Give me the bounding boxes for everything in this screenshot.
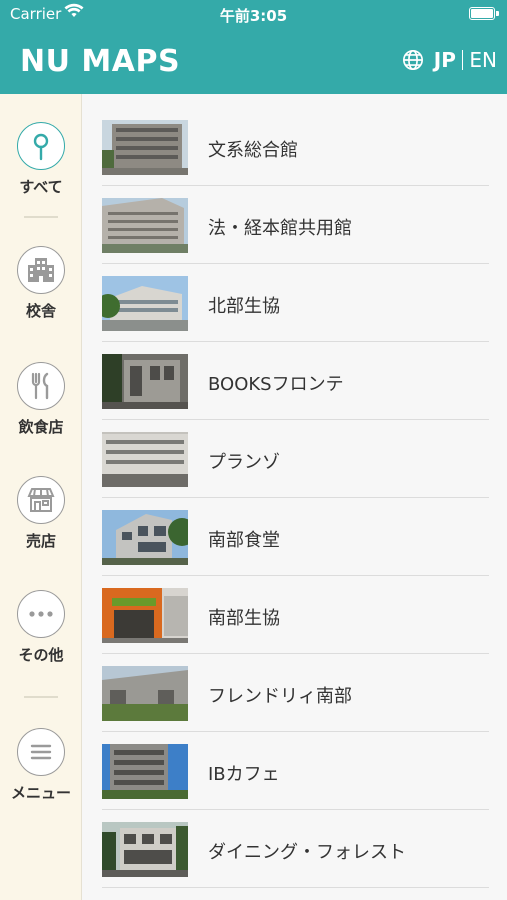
sidebar-item-label: 売店 xyxy=(25,532,56,550)
sidebar-item-all[interactable]: すべて xyxy=(0,122,82,197)
building-photo xyxy=(102,432,188,487)
lang-en-option[interactable]: EN xyxy=(469,48,497,72)
list-item[interactable]: プランゾ xyxy=(102,420,489,498)
building-photo xyxy=(102,354,188,409)
building-photo xyxy=(102,510,188,565)
app-header: NU MAPS JP EN xyxy=(0,28,507,94)
list-item[interactable]: ダイニング・フォレスト xyxy=(102,810,489,888)
place-name: BOOKSフロンテ xyxy=(208,374,344,395)
place-name: 南部生協 xyxy=(208,608,280,629)
sidebar-divider xyxy=(24,216,58,218)
list-item[interactable]: フレンドリィ南部 xyxy=(102,654,489,732)
sidebar-item-label: 校舎 xyxy=(25,302,56,320)
building-photo xyxy=(102,276,188,331)
building-photo xyxy=(102,120,188,175)
place-name: プランゾ xyxy=(208,452,280,473)
globe-icon xyxy=(402,50,423,70)
place-name: ダイニング・フォレスト xyxy=(208,842,406,863)
place-name: IBカフェ xyxy=(208,764,280,785)
menu-icon xyxy=(30,744,52,760)
lang-divider xyxy=(461,50,464,70)
list-item[interactable]: 文系総合館 xyxy=(102,108,489,186)
battery-icon xyxy=(469,7,495,20)
building-photo xyxy=(102,666,188,721)
building-photo xyxy=(102,198,188,253)
list-item[interactable]: 北部生協 xyxy=(102,264,489,342)
list-item[interactable]: 南部食堂 xyxy=(102,498,489,576)
place-name: 法・経本館共用館 xyxy=(208,218,352,239)
map-pin-icon xyxy=(33,133,49,161)
language-switcher[interactable]: JP EN xyxy=(402,48,497,72)
status-bar: Carrier 午前3:05 xyxy=(0,0,507,28)
sidebar-item-buildings[interactable]: 校舎 xyxy=(0,246,82,321)
place-list: 文系総合館 法・経本館共用館 北部生協 BOOKSフロンテ プランゾ 南部食堂 … xyxy=(83,94,507,900)
place-name: 文系総合館 xyxy=(208,140,298,161)
more-dots-icon xyxy=(29,611,53,617)
sidebar-item-label: すべて xyxy=(19,178,63,196)
lang-jp-option[interactable]: JP xyxy=(434,48,456,72)
category-sidebar: すべて 校舎 飲食店 売店 その他 メニュー xyxy=(0,94,82,900)
sidebar-item-menu[interactable]: メニュー xyxy=(0,728,82,803)
building-photo xyxy=(102,588,188,643)
sidebar-item-other[interactable]: その他 xyxy=(0,590,82,665)
building-photo xyxy=(102,744,188,799)
sidebar-divider xyxy=(24,696,58,698)
sidebar-item-label: メニュー xyxy=(10,784,71,802)
list-item[interactable]: 法・経本館共用館 xyxy=(102,186,489,264)
fork-knife-icon xyxy=(31,372,49,400)
building-photo xyxy=(102,822,188,877)
sidebar-item-restaurants[interactable]: 飲食店 xyxy=(0,362,82,437)
list-item[interactable]: 南部生協 xyxy=(102,576,489,654)
app-logo: NU MAPS xyxy=(20,44,181,79)
building-icon xyxy=(28,258,54,282)
place-name: 南部食堂 xyxy=(208,530,280,551)
list-item[interactable]: IBカフェ xyxy=(102,732,489,810)
place-name: フレンドリィ南部 xyxy=(208,686,352,707)
list-item[interactable]: BOOKSフロンテ xyxy=(102,342,489,420)
sidebar-item-label: 飲食店 xyxy=(18,418,64,436)
store-icon xyxy=(27,488,55,512)
status-time: 午前3:05 xyxy=(219,7,288,25)
place-name: 北部生協 xyxy=(208,296,280,317)
sidebar-item-label: その他 xyxy=(18,646,64,664)
sidebar-item-shops[interactable]: 売店 xyxy=(0,476,82,551)
